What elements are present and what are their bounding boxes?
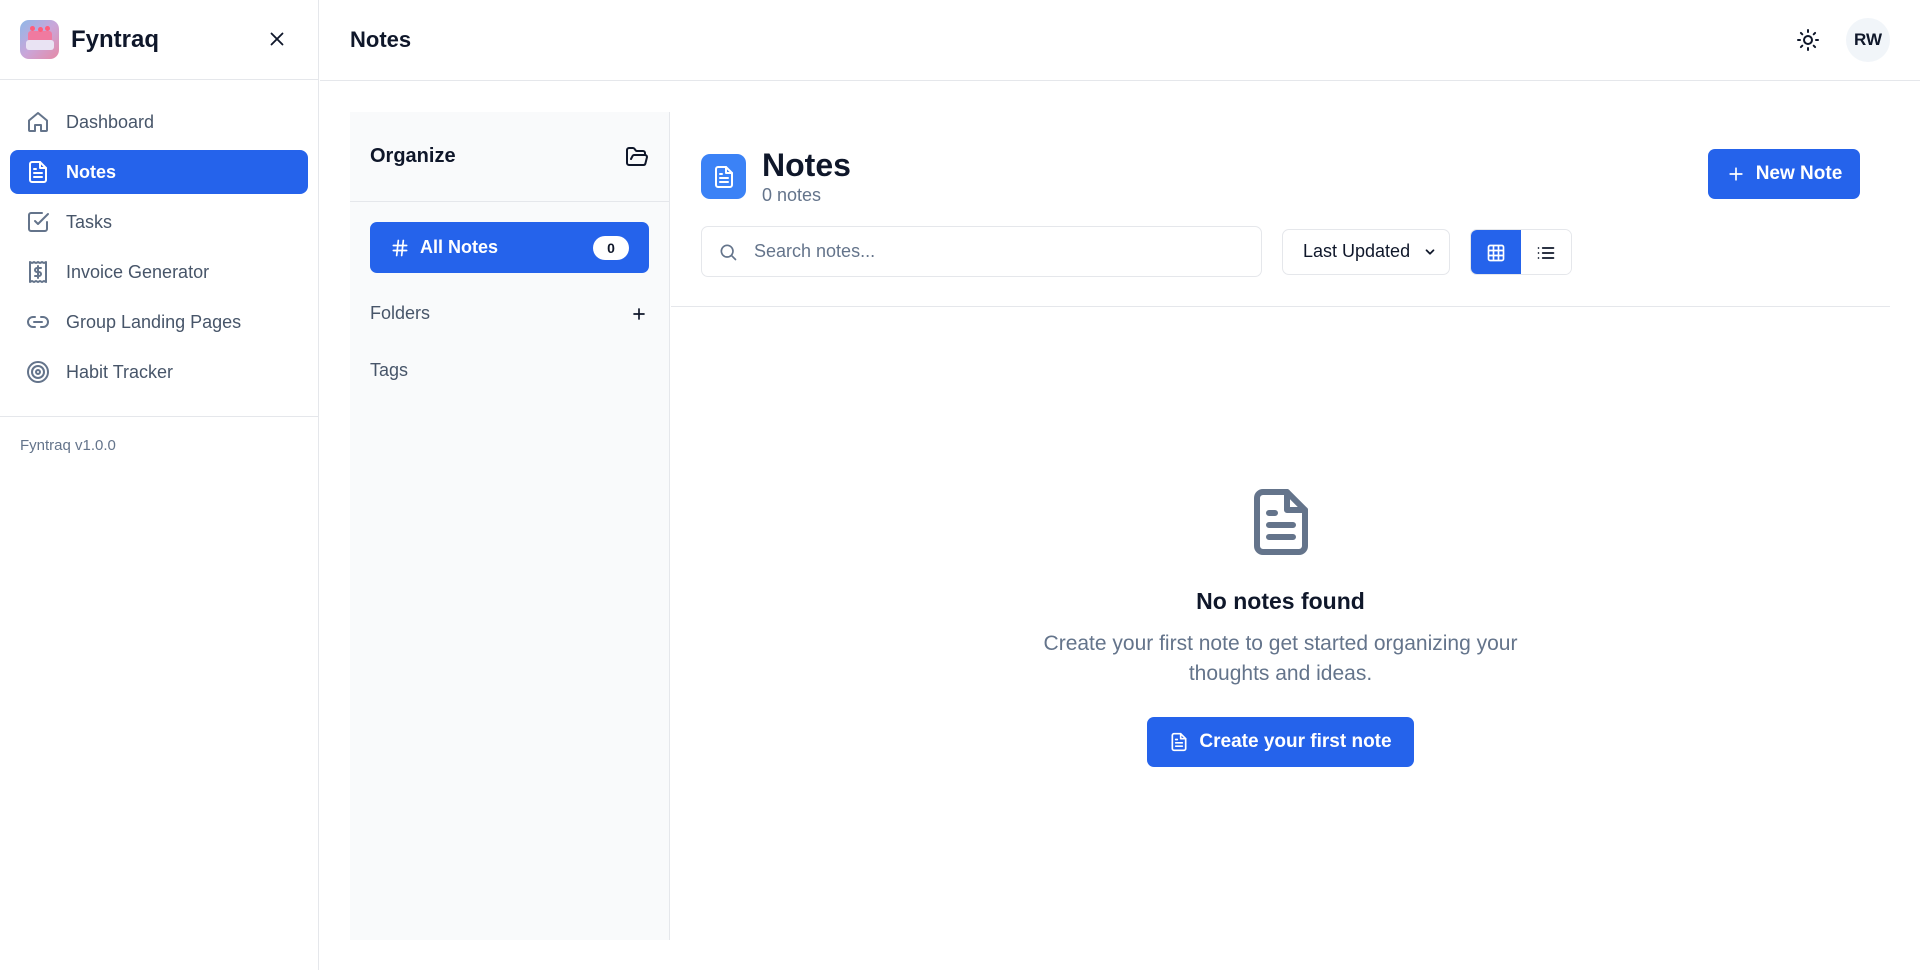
notes-toolbar: Last Updated <box>701 226 1572 277</box>
sidebar: Fyntraq Dashboard Notes Tasks Invoice Ge… <box>0 0 319 970</box>
sidebar-item-notes[interactable]: Notes <box>10 150 308 194</box>
search-icon <box>720 244 737 260</box>
folders-label: Folders <box>370 303 431 323</box>
sidebar-item-invoice-generator[interactable]: Invoice Generator <box>10 250 308 294</box>
sidebar-item-dashboard[interactable]: Dashboard <box>10 100 308 144</box>
theme-toggle-button[interactable] <box>1796 28 1820 52</box>
check-square-icon <box>28 212 49 232</box>
tags-label: Tags <box>370 360 409 380</box>
file-text-icon <box>29 161 47 183</box>
receipt-dollar-icon <box>29 261 47 283</box>
sidebar-item-label: Habit Tracker <box>66 361 174 382</box>
sidebar-item-label: Group Landing Pages <box>66 311 242 332</box>
file-text-icon <box>1171 732 1187 752</box>
organize-header: Organize <box>350 112 669 202</box>
sidebar-item-habit-tracker[interactable]: Habit Tracker <box>10 350 308 394</box>
notes-count: 0 notes <box>762 185 822 205</box>
sidebar-item-group-landing-pages[interactable]: Group Landing Pages <box>10 300 308 344</box>
hash-icon <box>392 239 408 256</box>
topbar-actions: RW <box>1796 18 1890 62</box>
new-note-label: New Note <box>1755 163 1843 184</box>
list-view-button[interactable] <box>1521 229 1571 274</box>
sidebar-item-tasks[interactable]: Tasks <box>10 200 308 244</box>
open-folder-button[interactable] <box>625 145 649 169</box>
topbar: Notes RW <box>320 0 1920 81</box>
brand-name: Fyntraq <box>71 25 160 53</box>
grid-icon <box>1487 244 1505 261</box>
target-icon <box>27 361 49 383</box>
search-input[interactable] <box>754 241 1245 262</box>
plus-icon <box>1729 167 1743 181</box>
tags-section: Tags <box>370 342 649 399</box>
file-text-icon <box>714 165 733 188</box>
notes-main: Notes 0 notes New Note Last Updated No n… <box>671 112 1890 940</box>
add-folder-button[interactable] <box>629 304 649 324</box>
user-avatar[interactable]: RW <box>1846 18 1890 62</box>
create-first-note-label: Create your first note <box>1199 731 1392 752</box>
sun-icon <box>1797 29 1819 51</box>
close-icon <box>270 32 284 46</box>
sidebar-item-label: Invoice Generator <box>66 261 210 282</box>
sort-select[interactable]: Last Updated <box>1282 228 1450 275</box>
sidebar-item-label: Dashboard <box>66 111 155 132</box>
view-mode-toggle <box>1470 228 1572 275</box>
app-version: Fyntraq v1.0.0 <box>20 437 116 454</box>
all-notes-label: All Notes <box>420 237 499 257</box>
organize-title: Organize <box>370 145 456 167</box>
sidebar-item-label: Notes <box>66 161 117 182</box>
grid-view-button[interactable] <box>1471 229 1521 274</box>
empty-state: No notes found Create your first note to… <box>671 482 1890 767</box>
all-notes-count-badge: 0 <box>593 235 629 260</box>
sidebar-item-label: Tasks <box>66 211 113 232</box>
notes-header-icon <box>701 154 746 199</box>
chevron-down-icon <box>1425 248 1435 255</box>
page-title: Notes <box>350 27 412 52</box>
create-first-note-button[interactable]: Create your first note <box>1147 717 1414 767</box>
file-text-icon <box>1253 489 1308 555</box>
organize-panel: Organize All Notes 0 Folders Tags <box>350 112 670 940</box>
empty-state-title: No notes found <box>1196 588 1365 614</box>
search-box <box>701 226 1262 277</box>
plus-icon <box>633 307 645 320</box>
sidebar-nav: Dashboard Notes Tasks Invoice Generator … <box>0 80 318 417</box>
all-notes-filter[interactable]: All Notes 0 <box>370 222 649 273</box>
list-icon <box>1537 246 1555 259</box>
toolbar-divider <box>671 306 1890 307</box>
new-note-button[interactable]: New Note <box>1708 149 1860 199</box>
notes-header: Notes 0 notes <box>701 147 851 206</box>
brand-logo <box>20 20 59 59</box>
home-icon <box>28 112 48 132</box>
close-sidebar-button[interactable] <box>266 28 288 50</box>
sort-selected-value: Last Updated <box>1303 241 1411 261</box>
link-icon <box>27 316 49 328</box>
notes-title: Notes <box>762 147 851 183</box>
empty-state-description: Create your first note to get started or… <box>1043 632 1518 685</box>
folder-open-icon <box>626 146 648 166</box>
brand-header: Fyntraq <box>0 0 318 80</box>
folders-section: Folders <box>370 285 649 342</box>
